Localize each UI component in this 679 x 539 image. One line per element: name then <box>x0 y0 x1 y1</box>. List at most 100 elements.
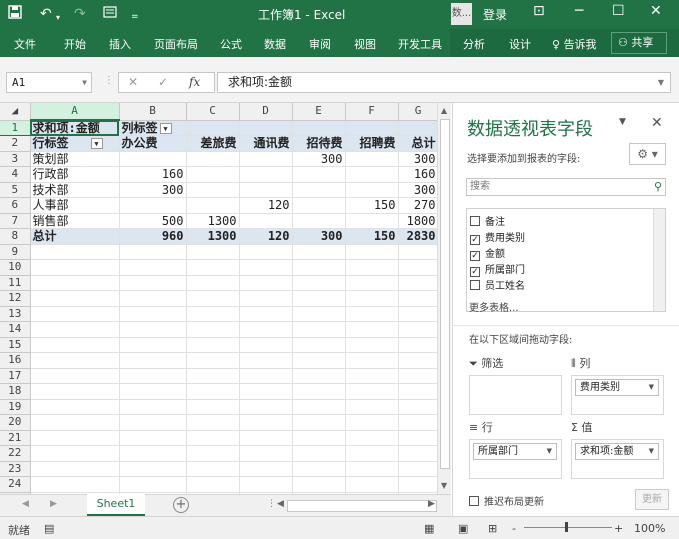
worksheet-grid[interactable]: ◢ A B C D E F G 1 求和项:金额 列标签 ▼ 2 行标签 ▼ 办公费… <box>0 103 448 494</box>
cell[interactable] <box>239 244 293 260</box>
vertical-scrollbar[interactable]: ▲ ▼ <box>437 103 451 494</box>
row-header[interactable]: 14 <box>0 321 31 338</box>
cell[interactable] <box>30 476 120 493</box>
row-header[interactable]: 24 <box>0 476 31 493</box>
cell[interactable] <box>345 244 399 260</box>
cell[interactable] <box>398 321 439 338</box>
search-icon[interactable]: ⚲ <box>654 179 662 195</box>
cell[interactable] <box>345 430 399 446</box>
minimize-icon[interactable]: ─ <box>575 3 583 19</box>
checkbox[interactable]: ✓ <box>470 235 480 245</box>
cell[interactable]: 160 <box>119 166 187 183</box>
chevron-down-icon[interactable]: ▼ <box>82 73 87 92</box>
cell[interactable] <box>345 120 399 136</box>
cell[interactable] <box>239 151 293 167</box>
cell[interactable] <box>186 244 240 260</box>
row-header[interactable]: 5 <box>0 182 31 198</box>
rows-area[interactable]: ≡ 行 所属部门 ▼ <box>469 419 562 479</box>
row-header[interactable]: 7 <box>0 213 31 229</box>
pivot-row-labels-cell[interactable]: 行标签 ▼ <box>30 135 120 152</box>
cell[interactable]: 总计 <box>30 228 120 245</box>
cell[interactable] <box>119 352 187 369</box>
cell[interactable] <box>398 352 439 369</box>
scroll-down-icon[interactable]: ▼ <box>441 481 447 490</box>
next-sheet-icon[interactable]: ▶ <box>50 499 57 509</box>
tab-view[interactable]: 视图 <box>354 36 376 52</box>
cell[interactable] <box>30 445 120 462</box>
cell[interactable] <box>30 430 120 446</box>
cell[interactable]: 1800 <box>398 213 439 229</box>
cell[interactable] <box>345 290 399 307</box>
cell[interactable]: 招聘费 <box>345 135 399 152</box>
cell[interactable] <box>119 461 187 477</box>
cell[interactable]: 销售部 <box>30 213 120 229</box>
cell[interactable] <box>292 321 346 338</box>
cell[interactable] <box>186 461 240 477</box>
column-header[interactable]: F <box>345 103 399 121</box>
undo-icon[interactable]: ↶ <box>40 5 52 23</box>
cell[interactable] <box>186 399 240 415</box>
cell[interactable] <box>398 120 439 136</box>
cell[interactable] <box>398 290 439 307</box>
cell[interactable] <box>30 368 120 384</box>
pane-options-icon[interactable]: ▼ <box>619 117 626 127</box>
field-search-input[interactable]: 搜索 ⚲ <box>466 178 666 196</box>
cell[interactable] <box>345 383 399 400</box>
cell[interactable] <box>30 321 120 338</box>
cell[interactable] <box>398 337 439 353</box>
form-icon[interactable] <box>103 5 117 23</box>
cell[interactable] <box>186 352 240 369</box>
cell[interactable] <box>119 368 187 384</box>
cell[interactable] <box>345 151 399 167</box>
row-header[interactable]: 11 <box>0 275 31 291</box>
select-all-corner[interactable]: ◢ <box>0 103 31 121</box>
customize-icon[interactable]: = <box>131 8 139 26</box>
cell[interactable] <box>345 352 399 369</box>
cell[interactable]: 120 <box>239 228 293 245</box>
cell[interactable] <box>239 414 293 431</box>
cell[interactable] <box>398 306 439 322</box>
cell[interactable] <box>30 337 120 353</box>
row-header[interactable]: 8 <box>0 228 31 245</box>
cell[interactable]: 招待费 <box>292 135 346 152</box>
update-button[interactable]: 更新 <box>635 489 669 510</box>
cell[interactable] <box>186 182 240 198</box>
prev-sheet-icon[interactable]: ◀ <box>22 499 29 509</box>
cell[interactable]: 策划部 <box>30 151 120 167</box>
values-area[interactable]: Σ 值 求和项:金额 ▼ <box>571 419 664 479</box>
cell[interactable] <box>186 414 240 431</box>
row-header[interactable]: 17 <box>0 368 31 384</box>
cell[interactable] <box>119 337 187 353</box>
cell[interactable] <box>292 244 346 260</box>
tab-analyze[interactable]: 分析 <box>463 36 485 52</box>
cell[interactable]: 1300 <box>186 228 240 245</box>
cell[interactable] <box>239 476 293 493</box>
row-header[interactable]: 1 <box>0 120 31 136</box>
more-tables-link[interactable]: 更多表格... <box>469 299 519 314</box>
cell[interactable] <box>292 259 346 276</box>
cell[interactable] <box>398 368 439 384</box>
cell[interactable] <box>30 414 120 431</box>
cell[interactable]: 500 <box>119 213 187 229</box>
close-icon[interactable]: ✕ <box>650 3 662 19</box>
cell[interactable] <box>345 213 399 229</box>
pivot-column-labels-cell[interactable]: 列标签 ▼ <box>119 120 187 136</box>
cell[interactable] <box>292 383 346 400</box>
share-button[interactable]: ⚇ 共享 <box>611 32 667 54</box>
filter-dropdown-icon[interactable]: ▼ <box>159 122 172 134</box>
row-header[interactable]: 6 <box>0 197 31 214</box>
column-header[interactable]: C <box>186 103 240 121</box>
tab-formulas[interactable]: 公式 <box>220 36 242 52</box>
cell[interactable]: 300 <box>119 182 187 198</box>
field-item[interactable]: 员工姓名 <box>470 277 525 292</box>
maximize-icon[interactable]: ☐ <box>612 3 625 19</box>
cell[interactable]: 120 <box>239 197 293 214</box>
cell[interactable] <box>292 352 346 369</box>
row-header[interactable]: 10 <box>0 259 31 276</box>
rows-dropzone[interactable]: 所属部门 ▼ <box>469 439 562 479</box>
cell[interactable]: 160 <box>398 166 439 183</box>
cell[interactable] <box>345 259 399 276</box>
cell[interactable] <box>30 259 120 276</box>
page-break-view-icon[interactable]: ⊞ <box>488 522 497 535</box>
formula-input[interactable]: 求和项:金额 ▼ <box>217 72 671 93</box>
